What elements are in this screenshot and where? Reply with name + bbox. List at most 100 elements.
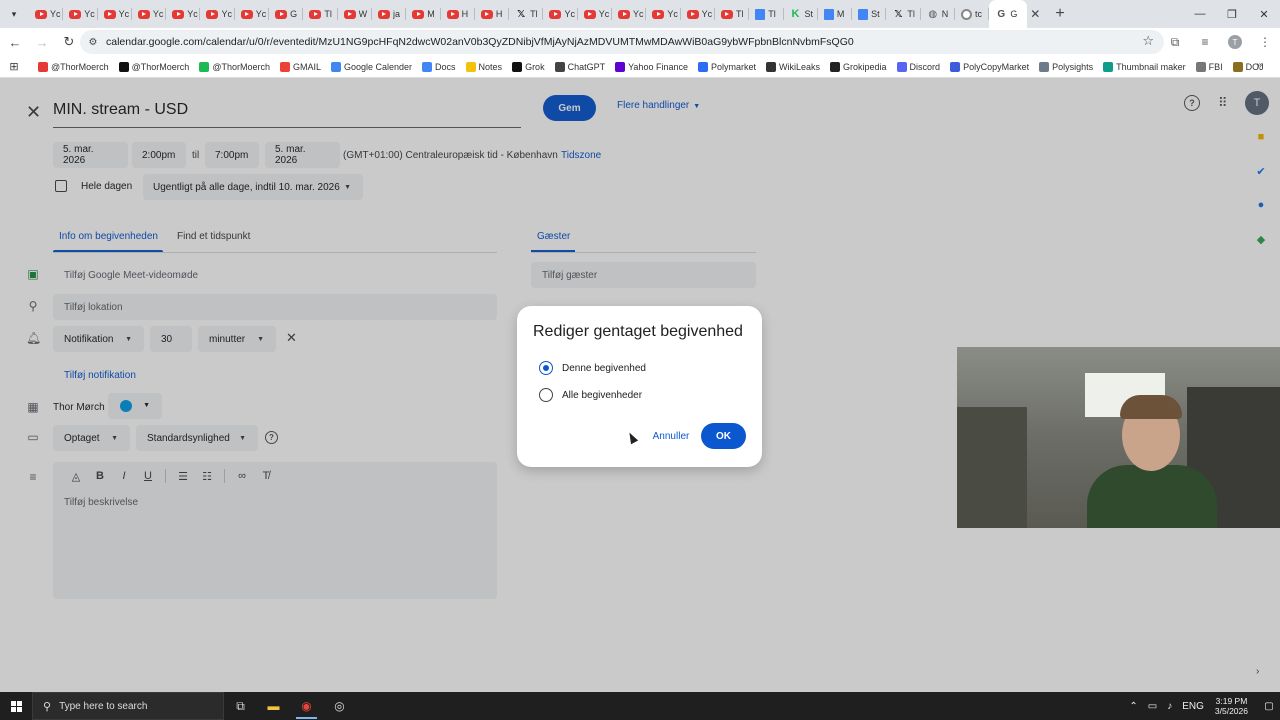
address-bar[interactable]: ⚙ calendar.google.com/calendar/u/0/r/eve… — [80, 30, 1164, 54]
tab-title: H — [461, 9, 469, 19]
browser-tab[interactable]: M — [406, 0, 441, 28]
bookmark-label: Grok — [525, 61, 545, 72]
radio-this-event-label[interactable]: Denne begivenhed — [562, 363, 646, 374]
youtube-icon — [35, 9, 47, 19]
tab-close-icon[interactable]: ✕ — [1027, 6, 1043, 22]
browser-tab[interactable]: Yc — [612, 0, 647, 28]
bookmark-item[interactable]: Grokipedia — [830, 61, 887, 72]
network-icon[interactable]: ▭ — [1148, 701, 1157, 712]
bookmark-item[interactable]: PolyCopyMarket — [950, 61, 1029, 72]
browser-tab[interactable]: M — [818, 0, 853, 28]
radio-all-events-label[interactable]: Alle begivenheder — [562, 390, 642, 401]
extensions-icon[interactable]: ⧉ — [1160, 30, 1190, 54]
browser-tab[interactable]: Yc — [543, 0, 579, 28]
browser-tab[interactable]: ◍ N — [921, 0, 956, 28]
browser-tab[interactable]: tc — [955, 0, 990, 28]
bookmark-star-icon[interactable]: ☆ — [1142, 33, 1154, 49]
search-icon: ⚲ — [43, 700, 52, 713]
forward-icon[interactable]: → — [30, 30, 54, 54]
site-info-icon[interactable]: ⚙ — [84, 37, 102, 48]
clock[interactable]: 3:19 PM 3/5/2026 — [1215, 696, 1248, 716]
browser-tab[interactable]: Yc — [646, 0, 681, 28]
bookmark-item[interactable]: Discord — [896, 61, 940, 72]
minimize-icon[interactable]: — — [1184, 0, 1216, 28]
bookmark-label: @ThorMoerch — [51, 61, 109, 72]
browser-tab[interactable]: Yc — [578, 0, 613, 28]
bookmark-label: FBI — [1208, 61, 1223, 72]
back-icon[interactable]: ← — [3, 30, 27, 54]
bookmark-item[interactable]: GMAIL — [279, 61, 321, 72]
browser-tab[interactable]: 𝕏 Tl — [509, 0, 544, 28]
file-explorer-icon[interactable]: ▬ — [257, 692, 290, 720]
browser-tab[interactable]: Yc — [166, 0, 201, 28]
browser-tab[interactable]: W — [338, 0, 373, 28]
browser-tab[interactable]: 𝕏 Tl — [886, 0, 922, 28]
tab-search-icon[interactable]: ▾ — [3, 3, 25, 25]
reload-icon[interactable]: ↻ — [57, 30, 81, 54]
apps-icon[interactable]: ⊞ — [0, 60, 28, 73]
browser-tab[interactable]: Yc — [235, 0, 270, 28]
window-close-icon[interactable]: ✕ — [1248, 0, 1280, 28]
bookmark-item[interactable]: Docs — [422, 61, 456, 72]
taskbar-search[interactable]: ⚲ Type here to search — [32, 692, 224, 720]
browser-tab[interactable]: Yc — [29, 0, 64, 28]
browser-tab[interactable]: K St — [784, 0, 819, 28]
bookmark-item[interactable]: ChatGPT — [554, 61, 605, 72]
browser-tab[interactable]: Tl — [715, 0, 750, 28]
bookmark-favicon-icon — [950, 61, 961, 72]
browser-tab[interactable]: ja — [372, 0, 407, 28]
browser-tab[interactable]: St — [852, 0, 887, 28]
chevron-up-icon[interactable]: ⌃ — [1129, 701, 1137, 712]
tab-title: Tl — [530, 9, 538, 19]
menu-icon[interactable]: ⋮ — [1250, 30, 1280, 54]
browser-tab[interactable]: G — [269, 0, 304, 28]
tab-title: St — [804, 9, 814, 19]
bookmark-item[interactable]: Polymarket — [697, 61, 756, 72]
browser-tab[interactable]: Yc — [132, 0, 167, 28]
browser-tab[interactable]: GG — [989, 0, 1028, 28]
ok-button[interactable]: OK — [701, 423, 746, 449]
bookmark-item[interactable]: @ThorMoerch — [38, 61, 109, 72]
windows-start-icon[interactable] — [0, 692, 32, 720]
profile-avatar[interactable]: T — [1228, 35, 1242, 49]
restore-icon[interactable]: ❐ — [1216, 0, 1248, 28]
bookmark-item[interactable]: WikiLeaks — [766, 61, 820, 72]
bookmark-item[interactable]: @ThorMoerch — [118, 61, 190, 72]
browser-tab[interactable]: Tl — [303, 0, 338, 28]
tab-title: Tl — [907, 9, 915, 19]
bookmark-favicon-icon — [199, 61, 210, 72]
radio-all-events[interactable] — [539, 388, 553, 402]
bookmark-item[interactable]: Google Calender — [330, 61, 412, 72]
recording-app-icon[interactable]: ◎ — [323, 692, 356, 720]
cancel-button[interactable]: Annuller — [643, 423, 699, 449]
more-bookmarks-icon[interactable]: » — [1256, 60, 1262, 71]
browser-tab[interactable]: H — [441, 0, 476, 28]
browser-tab[interactable]: Yc — [63, 0, 98, 28]
browser-tab[interactable]: Tl — [749, 0, 784, 28]
browser-tab[interactable]: Yc — [98, 0, 133, 28]
browser-tab[interactable]: Yc — [681, 0, 716, 28]
task-view-icon[interactable]: ⧉ — [224, 692, 257, 720]
bookmark-item[interactable]: Polysights — [1039, 61, 1093, 72]
bookmark-item[interactable]: @ThorMoerch — [199, 61, 270, 72]
bookmark-item[interactable]: Notes — [465, 61, 502, 72]
bookmark-item[interactable]: Thumbnail maker — [1103, 61, 1186, 72]
browser-tab[interactable]: Yc — [200, 0, 236, 28]
url-text[interactable]: calendar.google.com/calendar/u/0/r/event… — [106, 36, 1106, 48]
chrome-icon[interactable]: ◉ — [290, 692, 323, 720]
bookmark-item[interactable]: Grok — [512, 61, 545, 72]
new-tab-icon[interactable]: + — [1055, 5, 1064, 23]
notification-center-icon[interactable]: ▢ — [1258, 701, 1280, 712]
radio-this-event[interactable] — [539, 361, 553, 375]
bookmark-favicon-icon — [118, 61, 129, 72]
bookmark-label: @ThorMoerch — [212, 61, 270, 72]
bookmark-item[interactable]: FBI — [1195, 61, 1223, 72]
bookmark-favicon-icon — [615, 61, 626, 72]
browser-tab[interactable]: H — [475, 0, 510, 28]
reading-list-icon[interactable]: ≡ — [1190, 30, 1220, 54]
bookmark-label: @ThorMoerch — [131, 61, 190, 72]
language-indicator[interactable]: ENG — [1182, 701, 1204, 712]
bookmarks-bar: ⊞ @ThorMoerch @ThorMoerch @ThorMoerch GMAIL… — [0, 56, 1280, 78]
volume-icon[interactable]: ♪ — [1167, 701, 1172, 712]
bookmark-item[interactable]: Yahoo Finance — [615, 61, 688, 72]
